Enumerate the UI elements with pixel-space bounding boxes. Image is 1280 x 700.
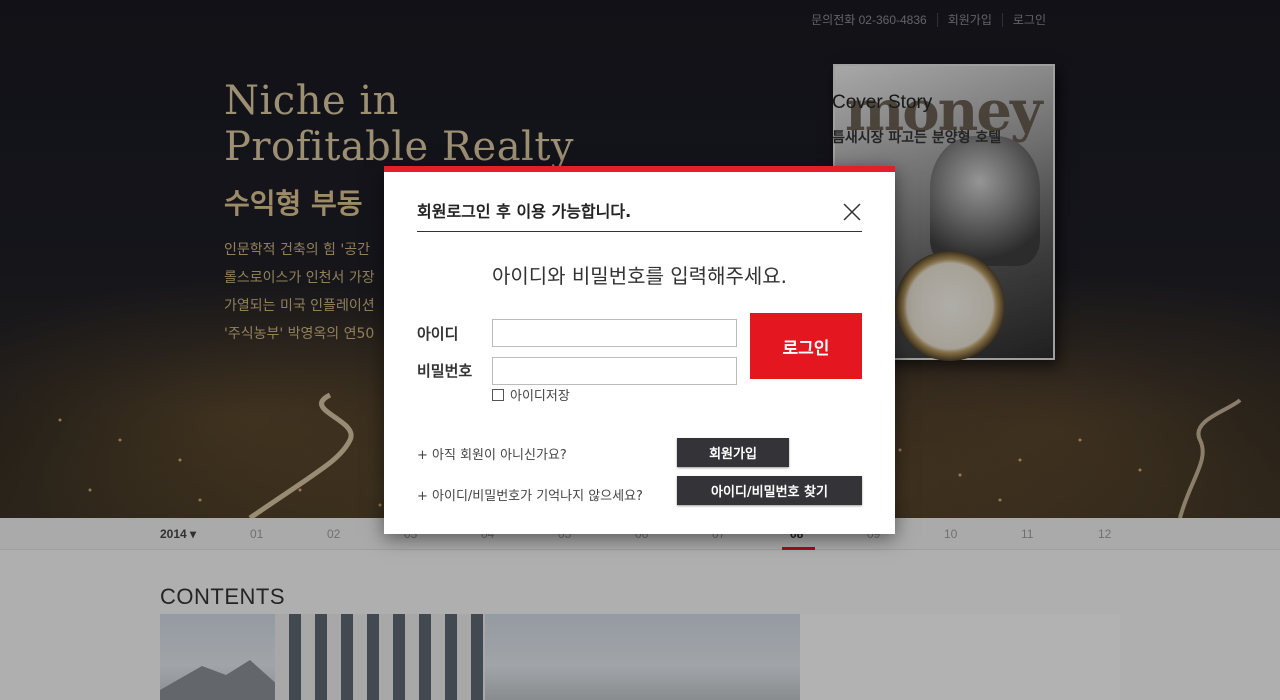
close-icon[interactable] <box>842 202 862 222</box>
login-modal: 회원로그인 후 이용 가능합니다. 아이디와 비밀번호를 입력해주세요. 아이디… <box>384 166 895 534</box>
password-input[interactable] <box>492 357 737 385</box>
join-question: + 아직 회원이 아니신가요? <box>417 448 567 463</box>
id-input[interactable] <box>492 319 737 347</box>
find-question: + 아이디/비밀번호가 기억나지 않으세요? <box>417 489 643 504</box>
modal-title: 회원로그인 후 이용 가능합니다. <box>417 202 632 221</box>
id-label: 아이디 <box>417 325 459 343</box>
remember-label: 아이디저장 <box>510 389 570 404</box>
find-account-button[interactable]: 아이디/비밀번호 찾기 <box>677 476 862 505</box>
password-label: 비밀번호 <box>417 362 473 380</box>
remember-id[interactable]: 아이디저장 <box>492 385 570 404</box>
join-button[interactable]: 회원가입 <box>677 438 789 467</box>
remember-checkbox[interactable] <box>492 388 504 401</box>
login-button[interactable]: 로그인 <box>750 313 862 379</box>
login-prompt: 아이디와 비밀번호를 입력해주세요. <box>491 264 788 288</box>
modal-header: 회원로그인 후 이용 가능합니다. <box>417 198 862 232</box>
